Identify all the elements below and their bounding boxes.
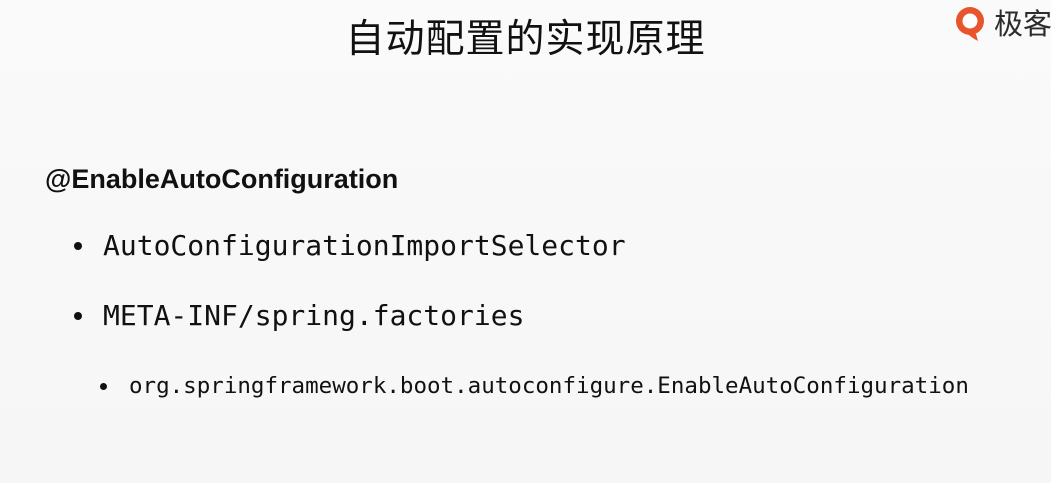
slide: 自动配置的实现原理 极客 @EnableAutoConfiguration Au… xyxy=(0,0,1051,483)
sub-bullet-text: org.springframework.boot.autoconfigure.E… xyxy=(129,373,969,399)
bullet-dot-icon xyxy=(100,382,107,390)
logo-text: 极客 xyxy=(994,7,1051,41)
bullet-dot-icon xyxy=(74,312,82,320)
brand-logo: 极客 xyxy=(952,2,1051,46)
sub-bullet-item: org.springframework.boot.autoconfigure.E… xyxy=(100,371,969,401)
slide-title: 自动配置的实现原理 xyxy=(345,17,706,62)
bullet-dot-icon xyxy=(74,242,82,250)
annotation-heading: @EnableAutoConfiguration xyxy=(45,164,399,194)
geektime-logo-icon xyxy=(956,7,984,41)
bullet-item: META-INF/spring.factories xyxy=(74,298,524,334)
bullet-text: META-INF/spring.factories xyxy=(103,299,525,332)
bullet-text: AutoConfigurationImportSelector xyxy=(103,229,626,262)
bullet-item: AutoConfigurationImportSelector xyxy=(74,228,626,264)
